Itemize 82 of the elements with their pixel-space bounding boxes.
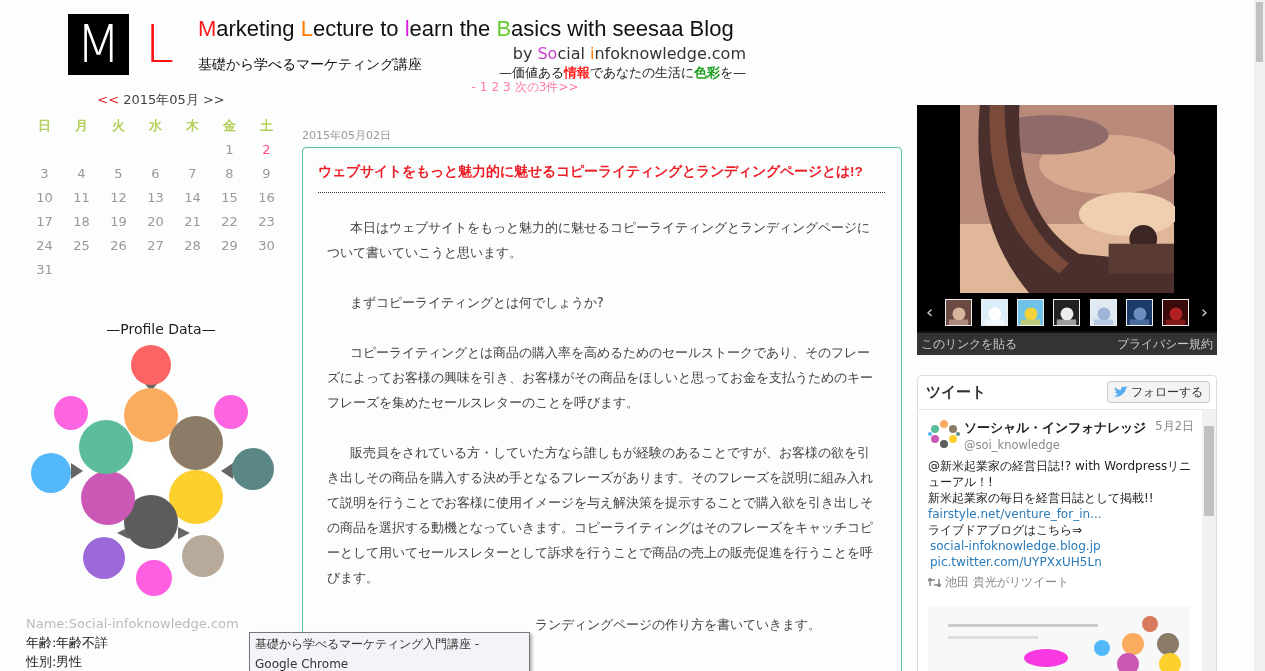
retweet-icon xyxy=(928,578,941,588)
post-paragraph: 本日はウェブサイトをもっと魅力的に魅せるコピーライティングとランディングページについて書いていこうと思います。 xyxy=(327,218,871,262)
day-number: 14 xyxy=(184,188,201,207)
tweet-link[interactable]: fairstyle.net/venture_for_in... xyxy=(928,507,1102,522)
day-number: 3 xyxy=(40,164,49,183)
weekday-label: 日 xyxy=(38,116,51,135)
day-number: 11 xyxy=(73,188,90,207)
day-number: 31 xyxy=(36,260,53,279)
tagline: —価値ある情報であなたの生活に色彩を— xyxy=(499,64,746,81)
day-number: 24 xyxy=(36,236,53,255)
privacy-link[interactable]: プライバシー規約 xyxy=(1117,335,1213,353)
bird-icon xyxy=(1114,386,1128,399)
page-link[interactable]: 3 xyxy=(503,80,511,94)
widget-title: ツイート xyxy=(926,382,986,403)
avatar-icon[interactable] xyxy=(928,417,960,450)
day-number: 8 xyxy=(225,164,234,183)
page-link[interactable]: 2 xyxy=(491,80,500,94)
day-number: 1 xyxy=(225,140,234,159)
post-paragraph: 販売員をされている方・していた方なら誰しもが経験のあることですが、お客様の欲を引き出しその商品を購入する決め手となるフレーズがあります。そのフレーズを説明に組み入れて説明を行うことでお客様に使用イメージを与え解決策を提示することで購入欲を引き出しその商品を選択する動機となっていきます。コピーライティングはそのフレーズをキャッチコピーとして用いてセールスレターとして訴求を行うことで商品の売上の販売促進を行うことを呼びます。 xyxy=(327,443,874,587)
day-number: 23 xyxy=(258,212,275,231)
author-name[interactable]: ソーシャル・インフォナレッジ xyxy=(964,417,1146,437)
day-number: 29 xyxy=(221,236,238,255)
pager-dash: - xyxy=(471,80,476,94)
next-page-link[interactable]: 次の3件>> xyxy=(514,80,579,94)
tweet-date[interactable]: 5月2日 xyxy=(1155,417,1194,437)
post-title[interactable]: ウェブサイトをもっと魅力的に魅せるコピーライティングとランディングページとは!? xyxy=(318,161,885,193)
day-number: 20 xyxy=(147,212,164,231)
scrollbar[interactable] xyxy=(1202,409,1216,671)
day-number: 10 xyxy=(36,188,53,207)
tweet-text: @新米起業家の経営日誌!? with Wordpressリニューアル！! xyxy=(928,458,1193,491)
post-paragraph: ランディングページの作り方を書いていきます。 xyxy=(535,615,822,634)
day-number: 19 xyxy=(110,212,127,231)
byline: by Social infoknowledge.com xyxy=(511,44,746,63)
profile-line: 性別:男性 xyxy=(26,652,83,671)
author-handle[interactable]: @soi_knowledge xyxy=(964,437,1194,455)
post-paragraph: まずコピーライティングとは何でしょうか? xyxy=(348,293,605,312)
day-number: 7 xyxy=(188,164,197,183)
retweet-label: 池田 貴光がリツイート xyxy=(945,574,1069,592)
weekday-label: 月 xyxy=(75,116,88,135)
day-number: 5 xyxy=(114,164,123,183)
next-month-link[interactable]: >> xyxy=(202,92,225,107)
day-number: 6 xyxy=(151,164,160,183)
day-link[interactable]: 2 xyxy=(262,137,271,161)
page-link[interactable]: 1 xyxy=(479,80,488,94)
follow-button[interactable]: フォローする xyxy=(1107,381,1210,404)
day-number: 26 xyxy=(110,236,127,255)
day-number: 22 xyxy=(221,212,238,231)
day-number: 30 xyxy=(258,236,275,255)
profile-line: 年齢:年齢不詳 xyxy=(26,633,109,652)
weekday-label: 金 xyxy=(223,116,236,135)
weekday-label: 土 xyxy=(260,116,273,135)
day-number: 27 xyxy=(147,236,164,255)
day-number: 16 xyxy=(258,188,275,207)
day-number: 15 xyxy=(221,188,238,207)
site-subtitle: 基礎から学べるマーケティング講座 xyxy=(198,55,422,74)
calendar-month: 2015年05月 xyxy=(123,92,199,107)
day-number: 13 xyxy=(147,188,164,207)
tweet-text: ライブドアブログはこちら⇒ xyxy=(928,522,1084,539)
site-title: Marketing Lecture to learn the Basics with seesaa Blog xyxy=(198,15,734,43)
post-paragraph: コピーライティングとは商品の購入率を高めるためのセールストークであり、そのフレーズによってお客様の興味を引き、お客様がその商品をほしいと思ってお金を支払うためのキーフレーズを集めたセールスレターのことを呼びます。 xyxy=(327,343,874,412)
day-number: 25 xyxy=(73,236,90,255)
post-date: 2015年05月02日 xyxy=(302,128,392,144)
day-number: 18 xyxy=(73,212,90,231)
weekday-label: 木 xyxy=(186,116,199,135)
prev-month-link[interactable]: << xyxy=(97,92,120,107)
tweet-link[interactable]: social-infoknowledge.blog.jp xyxy=(930,539,1101,554)
day-number: 17 xyxy=(36,212,53,231)
tooltip: 基礎から学べるマーケティング入門講座 - Google Chrome xyxy=(249,632,530,671)
profile-heading: —Profile Data— xyxy=(105,319,217,339)
tweet-link[interactable]: pic.twitter.com/UYPXxUH5Ln xyxy=(930,555,1102,570)
profile-name: Name:Social-infoknowledge.com xyxy=(26,614,239,633)
weekday-label: 水 xyxy=(149,116,162,135)
tweet-text: 新米起業家の毎日を経営日誌として掲載!! xyxy=(928,490,1155,507)
day-number: 21 xyxy=(184,212,201,231)
day-number: 4 xyxy=(77,164,86,183)
embed-link[interactable]: このリンクを貼る xyxy=(921,335,1017,353)
logo-letter: L xyxy=(145,14,174,75)
day-number: 28 xyxy=(184,236,201,255)
weekday-label: 火 xyxy=(112,116,125,135)
logo-mark: M xyxy=(68,14,129,75)
day-number: 9 xyxy=(262,164,271,183)
day-number: 12 xyxy=(110,188,127,207)
